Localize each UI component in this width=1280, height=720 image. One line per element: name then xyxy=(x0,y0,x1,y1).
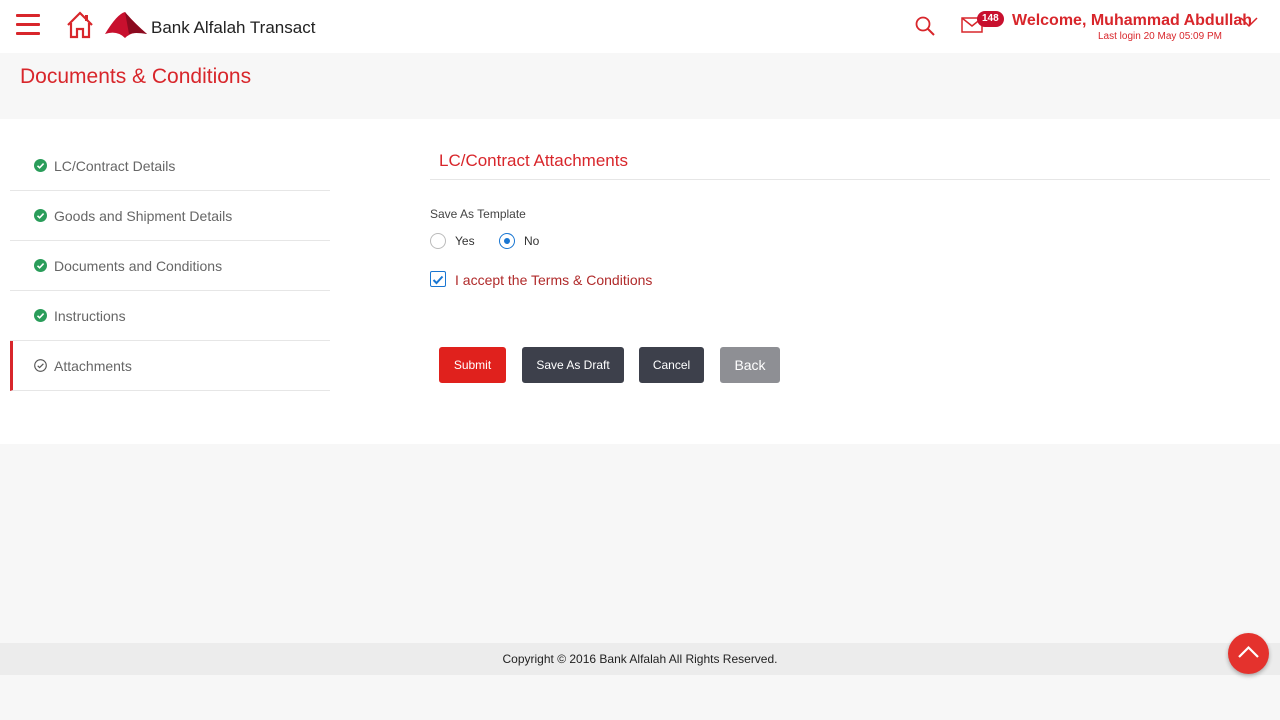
scroll-top-button[interactable] xyxy=(1228,633,1269,674)
step-instructions[interactable]: Instructions xyxy=(10,291,330,341)
step-lc-contract-details[interactable]: LC/Contract Details xyxy=(10,141,330,191)
step-list: LC/Contract Details Goods and Shipment D… xyxy=(10,141,330,391)
cancel-button[interactable]: Cancel xyxy=(639,347,704,383)
brand-name: Bank Alfalah Transact xyxy=(151,18,316,37)
title-band: Documents & Conditions xyxy=(0,53,1280,119)
bank-logo xyxy=(105,12,147,38)
save-template-label: Save As Template xyxy=(430,207,526,221)
step-label: LC/Contract Details xyxy=(54,158,176,174)
attachments-form: LC/Contract Attachments Save As Template… xyxy=(430,141,1270,383)
home-icon[interactable] xyxy=(65,10,95,40)
welcome-text[interactable]: Welcome, Muhammad Abdullah xyxy=(1012,12,1252,30)
step-label: Instructions xyxy=(54,308,126,324)
terms-label[interactable]: I accept the Terms & Conditions xyxy=(455,272,652,288)
step-goods-shipment[interactable]: Goods and Shipment Details xyxy=(10,191,330,241)
chevron-down-icon[interactable] xyxy=(1240,16,1258,28)
checkmark-icon xyxy=(432,275,444,285)
check-circle-icon xyxy=(34,209,47,222)
check-circle-icon xyxy=(34,159,47,172)
submit-button[interactable]: Submit xyxy=(439,347,506,383)
check-outline-icon xyxy=(34,359,47,372)
last-login: Last login 20 May 05:09 PM xyxy=(1098,31,1222,42)
footer: Copyright © 2016 Bank Alfalah All Rights… xyxy=(0,643,1280,675)
copyright-text: Copyright © 2016 Bank Alfalah All Rights… xyxy=(502,652,778,666)
terms-checkbox[interactable] xyxy=(430,271,446,287)
search-icon[interactable] xyxy=(914,15,936,37)
section-title: LC/Contract Attachments xyxy=(430,141,1270,180)
top-header: Bank Alfalah Transact 148 Welcome, Muham… xyxy=(0,0,1280,53)
page-title: Documents & Conditions xyxy=(20,65,252,88)
back-button[interactable]: Back xyxy=(720,347,780,383)
chevron-up-icon xyxy=(1238,645,1259,658)
check-circle-icon xyxy=(34,259,47,272)
step-label: Documents and Conditions xyxy=(54,258,223,274)
radio-label: No xyxy=(524,234,540,248)
step-label: Goods and Shipment Details xyxy=(54,208,233,224)
menu-icon[interactable] xyxy=(16,14,40,36)
step-attachments[interactable]: Attachments xyxy=(10,341,330,391)
notification-badge[interactable]: 148 xyxy=(977,11,1004,27)
radio-circle-selected[interactable] xyxy=(499,233,515,249)
radio-circle[interactable] xyxy=(430,233,446,249)
save-draft-button[interactable]: Save As Draft xyxy=(522,347,624,383)
step-label: Attachments xyxy=(54,358,132,374)
check-circle-icon xyxy=(34,309,47,322)
main-panel: LC/Contract Details Goods and Shipment D… xyxy=(0,119,1280,444)
step-documents-conditions[interactable]: Documents and Conditions xyxy=(10,241,330,291)
radio-label: Yes xyxy=(455,234,475,248)
